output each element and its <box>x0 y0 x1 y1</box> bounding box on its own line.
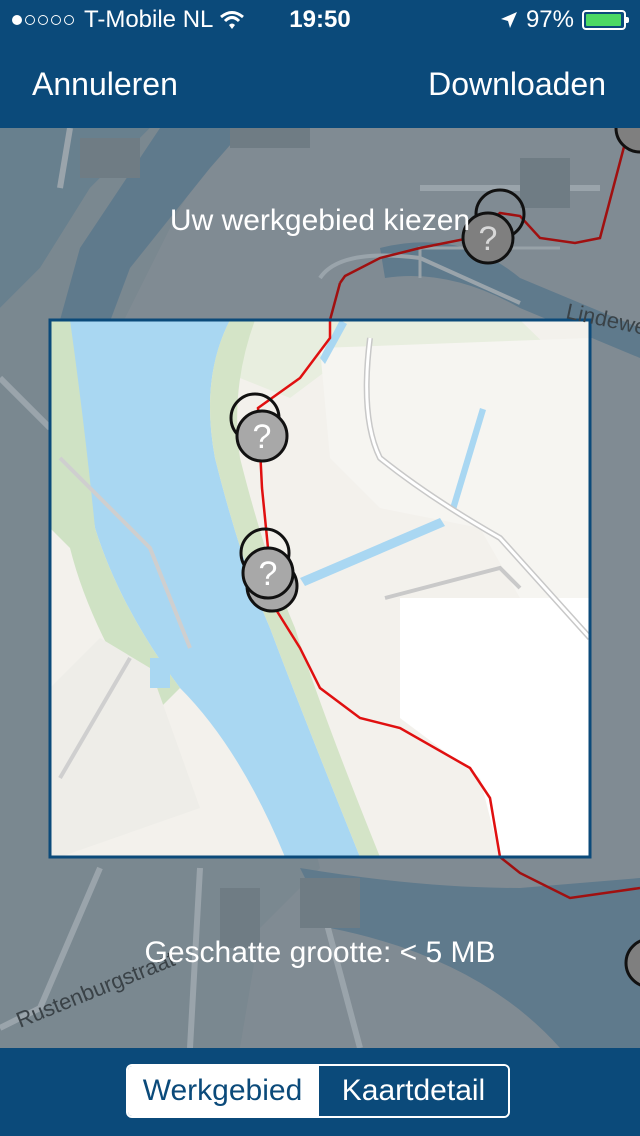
battery-percentage: 97% <box>525 6 574 33</box>
location-arrow-icon <box>500 12 517 28</box>
status-bar: T-Mobile NL 19:50 97% <box>0 0 640 40</box>
cancel-button[interactable]: Annuleren <box>32 66 178 103</box>
segment-kaartdetail[interactable]: Kaartdetail <box>317 1066 508 1116</box>
map-title: Uw werkgebied kiezen <box>169 204 471 237</box>
svg-text:?: ? <box>253 418 272 456</box>
map-view[interactable]: ? ? ? Rustenburgstraat Lindewe Uw werkge… <box>0 128 640 1048</box>
svg-text:?: ? <box>259 555 278 593</box>
battery-icon <box>582 10 629 30</box>
bottom-toolbar: Werkgebied Kaartdetail <box>0 1048 640 1136</box>
navigation-bar: Annuleren Downloaden <box>0 40 640 128</box>
download-button[interactable]: Downloaden <box>428 66 606 103</box>
view-segmented-control[interactable]: Werkgebied Kaartdetail <box>126 1064 510 1118</box>
status-right-group: 97% <box>500 6 629 34</box>
estimated-size-label: Geschatte grootte: < 5 MB <box>144 936 496 969</box>
map-canvas[interactable]: ? ? ? Rustenburgstraat Lindewe <box>0 128 640 1048</box>
segment-werkgebied[interactable]: Werkgebied <box>128 1066 317 1116</box>
